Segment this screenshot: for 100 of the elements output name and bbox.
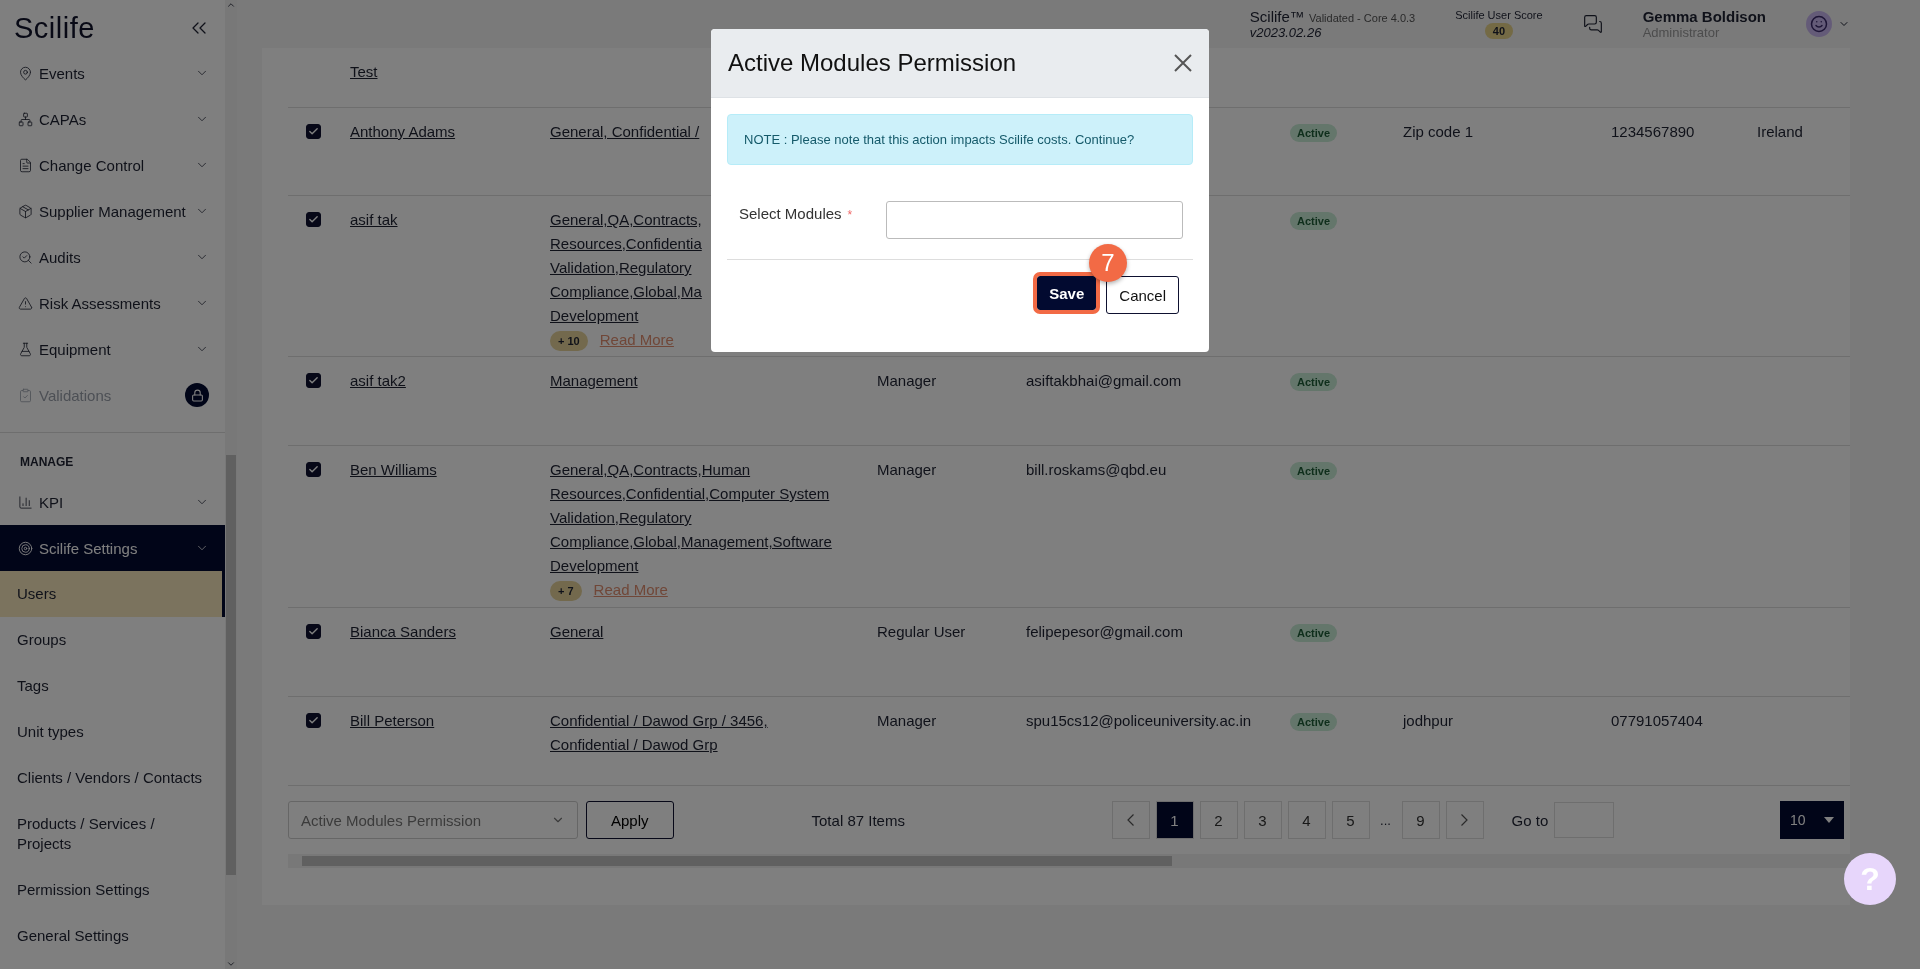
note-message: NOTE : Please note that this action impacts Scilife costs. Continue? [727, 114, 1193, 165]
group-links[interactable]: Resources,Confidentia [550, 232, 702, 256]
checkbox[interactable] [306, 124, 321, 139]
status-badge: Active [1290, 462, 1338, 480]
count-badge: + 7 [550, 581, 582, 601]
group-links[interactable]: Confidential / Dawod Grp [550, 733, 718, 757]
step-badge: 7 [1089, 244, 1127, 282]
menu-item[interactable]: Supplier Management [0, 188, 225, 234]
zip: Zip code 1 [1403, 123, 1474, 140]
menu-item[interactable]: Events [0, 50, 225, 96]
target-icon [18, 540, 33, 556]
module-icon [18, 295, 33, 311]
menu-item[interactable]: Risk Assessments [0, 280, 225, 326]
page-button[interactable]: 3 [1243, 801, 1282, 839]
user-link[interactable]: Test [350, 60, 550, 84]
score-badge: 40 [1484, 23, 1514, 39]
user-link[interactable]: Bill Peterson [350, 712, 435, 729]
modal-title: Active Modules Permission [728, 49, 1017, 77]
group-links[interactable]: Compliance,Global,Ma [550, 280, 702, 304]
chevron-right-icon [1461, 814, 1469, 826]
check-icon [308, 715, 319, 726]
email: felipepesor@gmail.com [1026, 623, 1183, 640]
user-name: Gemma Boldison [1642, 8, 1766, 25]
lock-glyph-icon [190, 388, 204, 402]
user-link[interactable]: Anthony Adams [350, 123, 456, 140]
status-badge: Active [1290, 212, 1338, 230]
module-icon [18, 249, 33, 265]
group-links[interactable]: General [550, 620, 604, 644]
scroll-down-icon[interactable] [226, 959, 236, 969]
product-name: Scilife™ Validated - Core 4.0.3 [1249, 8, 1416, 25]
modules-field[interactable] [886, 201, 1183, 239]
avatar[interactable] [1806, 11, 1832, 37]
checkbox[interactable] [306, 713, 321, 728]
user-link[interactable]: Ben Williams [350, 461, 437, 478]
group-links[interactable]: General, Confidential / [550, 120, 700, 144]
cancel-button[interactable]: Cancel [1106, 276, 1179, 314]
caret-icon [1824, 817, 1834, 823]
user-link[interactable]: asif tak [350, 211, 398, 228]
total-count: Total 87 Items [811, 811, 906, 829]
logo: Scilife [14, 11, 95, 45]
group-links[interactable]: General,QA,Contracts,Human [550, 458, 751, 482]
scroll-up-icon[interactable] [226, 0, 236, 10]
group-links[interactable]: Validation,Regulatory [550, 256, 692, 280]
menu-item[interactable]: CAPAs [0, 96, 225, 142]
horizontal-scrollbar[interactable] [288, 854, 1850, 868]
email: asiftakbhai@gmail.com [1026, 372, 1182, 389]
menu-item[interactable]: KPI [0, 479, 225, 525]
page-button[interactable]: 9 [1401, 801, 1440, 839]
chart-icon [18, 494, 33, 510]
module-icon [18, 341, 33, 357]
phone: 1234567890 [1611, 123, 1695, 140]
submenu-item[interactable]: Tags [0, 663, 225, 709]
group-links[interactable]: Compliance,Global,Management,Software [550, 530, 832, 554]
group-links[interactable]: Confidential / Dawod Grp / 3456, [550, 709, 768, 733]
submenu-item[interactable]: Products / Services / Projects [0, 801, 225, 867]
group-links[interactable]: General,QA,Contracts, [550, 208, 702, 232]
status-badge: Active [1290, 373, 1338, 391]
smiley-icon [1810, 15, 1828, 33]
version: v2023.02.26 [1249, 25, 1323, 40]
checkbox[interactable] [306, 373, 321, 388]
menu-item[interactable]: Change Control [0, 142, 225, 188]
chat-icon[interactable] [1582, 14, 1603, 34]
group-links[interactable]: Validation,Regulatory [550, 506, 692, 530]
user-link[interactable]: Bianca Sanders [350, 623, 456, 640]
checkbox[interactable] [306, 462, 321, 477]
page-button[interactable]: 5 [1331, 801, 1370, 839]
page-size-select[interactable]: 10 [1780, 801, 1844, 839]
chevron-left-icon [1127, 814, 1135, 826]
status-badge: Active [1290, 124, 1338, 142]
submenu-item[interactable]: Permission Settings [0, 867, 225, 913]
menu-item[interactable]: Audits [0, 234, 225, 280]
close-icon[interactable] [1173, 53, 1193, 73]
module-icon [18, 65, 33, 81]
group-links[interactable]: Development [550, 554, 639, 578]
group-links[interactable]: Resources,Confidential,Computer System [550, 482, 830, 506]
module-icon [18, 111, 33, 127]
scrollbar[interactable] [225, 0, 237, 969]
page-button[interactable]: 1 [1155, 801, 1194, 839]
user-link[interactable]: asif tak2 [350, 372, 406, 389]
role: Regular User [877, 623, 966, 640]
go-to-label: Go to [1511, 811, 1549, 829]
group-links[interactable]: Management [550, 369, 638, 393]
submenu-item[interactable]: Clients / Vendors / Contacts [0, 755, 225, 801]
submenu-item[interactable]: Users [0, 571, 225, 617]
page-button[interactable]: 4 [1287, 801, 1326, 839]
checkbox[interactable] [306, 212, 321, 227]
page-button[interactable]: 2 [1199, 801, 1238, 839]
submenu-item[interactable]: General Settings [0, 913, 225, 959]
check-icon [308, 626, 319, 637]
group-links[interactable]: Development [550, 304, 639, 328]
check-icon [308, 375, 319, 386]
submenu-item[interactable]: Unit types [0, 709, 225, 755]
checkbox[interactable] [306, 624, 321, 639]
bulk-action-select[interactable]: Active Modules Permission [288, 801, 578, 839]
menu-item[interactable]: Equipment [0, 326, 225, 372]
status-badge: Active [1290, 713, 1338, 731]
menu-item[interactable]: Scilife Settings [0, 525, 225, 571]
check-icon [308, 214, 319, 225]
apply-button[interactable]: Apply [586, 801, 674, 839]
submenu-item[interactable]: Groups [0, 617, 225, 663]
